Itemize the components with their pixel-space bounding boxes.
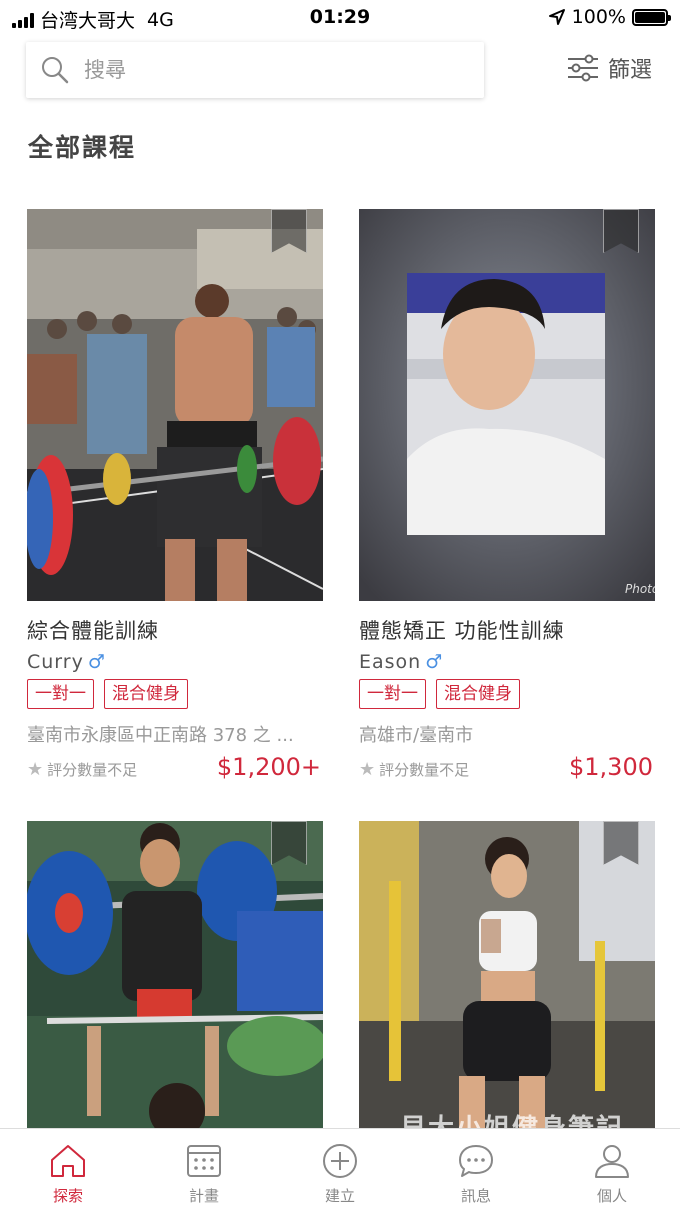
chat-icon (459, 1145, 493, 1177)
course-card[interactable]: Photo 體態矯正 功能性訓練 Eason ♂ 一對一 混合健身 高雄市/臺南… (359, 209, 655, 783)
battery-percent: 100% (571, 6, 626, 28)
course-price: $1,300 (569, 753, 653, 781)
plus-circle-icon (323, 1144, 357, 1178)
home-icon (51, 1145, 85, 1177)
rating-text: 評分數量不足 (47, 761, 138, 779)
star-icon: ★ (359, 759, 376, 780)
coach-name: Eason ♂ (359, 651, 655, 673)
tag-list: 一對一 混合健身 (27, 679, 323, 709)
course-card[interactable] (359, 821, 655, 1128)
portrait-photo: Photo (359, 209, 655, 601)
rating: ★ 評分數量不足 (27, 759, 137, 780)
course-card[interactable]: 綜合體能訓練 Curry ♂ 一對一 混合健身 臺南市永康區中正南路 378 之… (27, 209, 323, 783)
rating: ★ 評分數量不足 (359, 759, 469, 780)
tab-explore[interactable]: 探索 (0, 1129, 136, 1209)
tab-plan[interactable]: 計畫 (136, 1129, 272, 1209)
tab-bar: 探索 計畫 建立 訊息 個人 (0, 1128, 680, 1209)
tab-label: 訊息 (460, 1187, 491, 1205)
gym-photo (27, 209, 323, 601)
weightlifting-photo (27, 821, 323, 1128)
course-price: $1,200+ (216, 753, 321, 781)
course-title: 體態矯正 功能性訓練 (359, 619, 565, 643)
course-photo[interactable] (359, 821, 655, 1128)
tab-label: 探索 (52, 1187, 83, 1205)
calendar-icon (187, 1145, 221, 1177)
tag: 一對一 (27, 679, 94, 709)
search-icon (42, 57, 69, 84)
location-arrow-icon (548, 9, 565, 25)
star-icon: ★ (27, 759, 44, 780)
tab-messages[interactable]: 訊息 (408, 1129, 544, 1209)
tab-profile[interactable]: 個人 (544, 1129, 680, 1209)
mirror-selfie-photo (359, 821, 655, 1128)
tab-create[interactable]: 建立 (272, 1129, 408, 1209)
course-photo[interactable]: Photo (359, 209, 655, 601)
course-title: 綜合體能訓練 (27, 619, 159, 643)
course-photo[interactable] (27, 209, 323, 601)
tab-label: 計畫 (188, 1187, 219, 1205)
photo-watermark: Photo (625, 582, 655, 596)
rating-text: 評分數量不足 (379, 761, 470, 779)
coach-name-text: Eason (359, 651, 422, 673)
male-icon: ♂ (425, 651, 444, 673)
coach-name-text: Curry (27, 651, 84, 673)
course-photo[interactable] (27, 821, 323, 1128)
filter-button[interactable]: 篩選 (566, 52, 652, 84)
tag: 混合健身 (436, 679, 520, 709)
course-location: 高雄市/臺南市 (359, 725, 474, 746)
male-icon: ♂ (87, 651, 106, 673)
tag: 一對一 (359, 679, 426, 709)
course-card[interactable] (27, 821, 323, 1128)
course-location: 臺南市永康區中正南路 378 之 ... (27, 725, 294, 746)
section-title: 全部課程 (28, 133, 137, 162)
tag: 混合健身 (104, 679, 188, 709)
filter-label: 篩選 (608, 58, 653, 83)
tab-label: 建立 (324, 1187, 355, 1205)
person-icon (595, 1145, 629, 1178)
tag-list: 一對一 混合健身 (359, 679, 655, 709)
tab-label: 個人 (596, 1187, 627, 1205)
search-box[interactable] (26, 42, 484, 98)
battery-icon (632, 8, 671, 26)
coach-name: Curry ♂ (27, 651, 323, 673)
search-input[interactable] (84, 58, 444, 82)
sliders-icon (568, 54, 598, 82)
status-bar: 台湾大哥大 4G 01:29 100% (0, 0, 680, 36)
